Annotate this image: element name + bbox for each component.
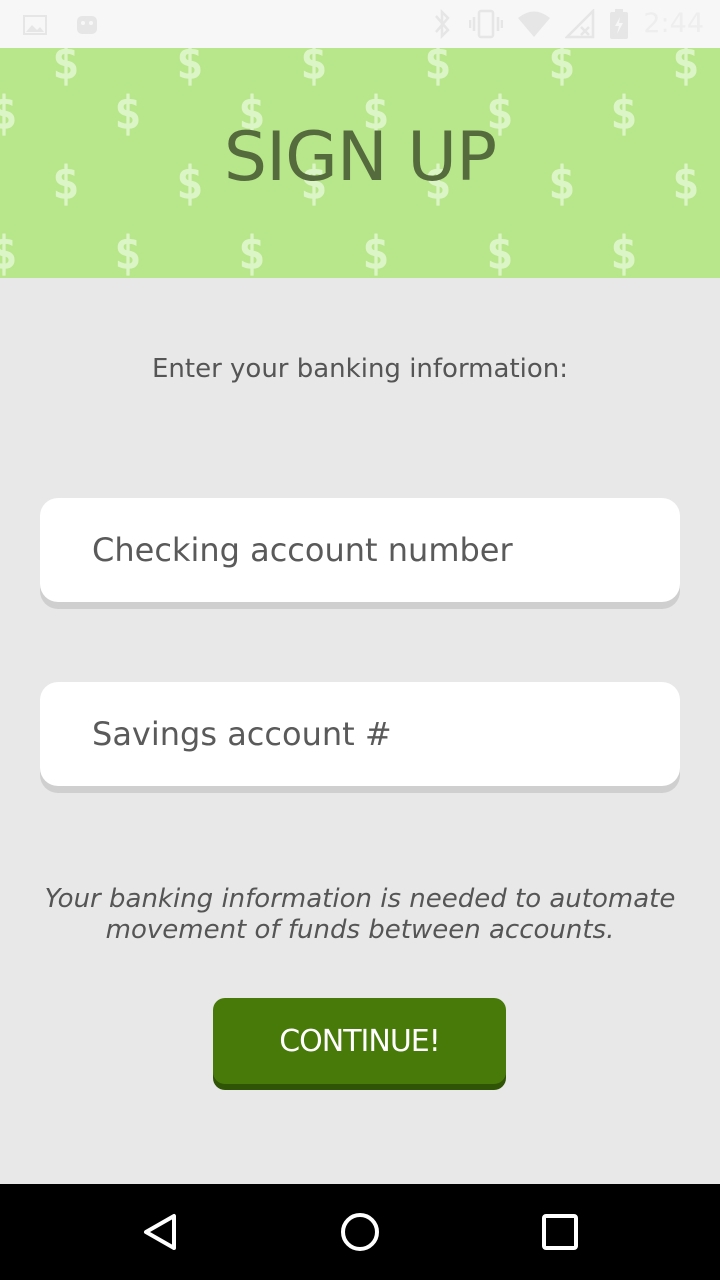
header-banner: $ $ $ $ $ $ $ $ $ $ $ $ $ $ $ $ $ $ $ $ $ $ $ $ SIGN UP bbox=[0, 48, 720, 278]
status-time: 2:44 bbox=[643, 8, 704, 39]
bluetooth-icon bbox=[435, 8, 451, 40]
dollar-sign-icon: $ bbox=[610, 226, 638, 278]
instruction-text: Enter your banking information: bbox=[151, 354, 569, 384]
checking-account-field[interactable] bbox=[40, 498, 680, 602]
savings-account-field[interactable] bbox=[40, 682, 680, 786]
dollar-sign-icon: $ bbox=[300, 48, 328, 90]
continue-button[interactable]: CONTINUE! bbox=[213, 998, 506, 1084]
checking-account-input[interactable] bbox=[90, 530, 630, 570]
recents-icon[interactable] bbox=[536, 1208, 584, 1256]
wifi-icon bbox=[518, 11, 551, 37]
dollar-sign-icon: $ bbox=[424, 48, 452, 90]
dollar-sign-icon: $ bbox=[114, 226, 142, 278]
vibrate-icon bbox=[469, 9, 504, 39]
image-icon bbox=[23, 15, 47, 35]
dollar-sign-icon: $ bbox=[548, 48, 576, 90]
navigation-bar bbox=[0, 1184, 720, 1280]
dollar-sign-icon: $ bbox=[486, 226, 514, 278]
dollar-sign-icon: $ bbox=[176, 48, 204, 90]
back-icon[interactable] bbox=[136, 1208, 184, 1256]
dollar-sign-icon: $ bbox=[0, 226, 18, 278]
sign-up-screen: 2:44 $ $ $ $ $ $ $ $ $ $ $ $ $ $ $ $ $ $ $ $ $ $ $ $ SIGN UP En… bbox=[0, 0, 720, 1280]
battery-charging-icon bbox=[610, 9, 629, 39]
dollar-sign-icon: $ bbox=[362, 226, 390, 278]
home-icon[interactable] bbox=[336, 1208, 384, 1256]
page-title: SIGN UP bbox=[223, 118, 497, 197]
dollar-sign-icon: $ bbox=[52, 48, 80, 90]
dollar-sign-icon: $ bbox=[238, 226, 266, 278]
banking-info-note: Your banking information is needed to au… bbox=[44, 884, 676, 945]
status-bar: 2:44 bbox=[0, 0, 720, 48]
savings-account-input[interactable] bbox=[90, 714, 630, 754]
dollar-sign-icon: $ bbox=[672, 48, 700, 90]
no-signal-icon bbox=[565, 9, 595, 39]
android-debug-icon bbox=[77, 16, 97, 34]
